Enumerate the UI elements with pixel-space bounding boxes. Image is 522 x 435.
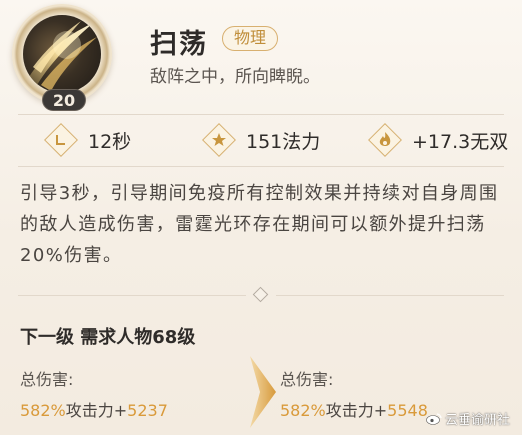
divider xyxy=(18,114,504,115)
cooldown-value: 12秒 xyxy=(88,130,132,153)
watermark-text: 云垂谕研社 xyxy=(445,413,511,428)
current-damage-flat: 5237 xyxy=(127,401,168,420)
divider-diamond-icon xyxy=(252,286,269,303)
stat-bonus: +17.3无双 xyxy=(368,120,508,160)
flame-diamond-icon xyxy=(368,123,402,157)
next-damage-mid: 攻击力+ xyxy=(325,401,388,420)
weibo-logo-icon xyxy=(426,413,442,425)
skill-level-badge: 20 xyxy=(42,89,86,111)
divider xyxy=(18,166,504,167)
current-damage-mid: 攻击力+ xyxy=(65,401,128,420)
damage-type-tag: 物理 xyxy=(222,26,279,51)
mana-cost-value: 151法力 xyxy=(246,130,321,153)
bonus-value: +17.3无双 xyxy=(412,130,509,153)
clock-diamond-icon xyxy=(44,123,78,157)
skill-name: 扫荡 xyxy=(150,29,208,60)
stat-cooldown: 12秒 xyxy=(44,120,131,160)
current-damage-label: 总伤害: xyxy=(20,370,74,389)
next-damage-percent: 582% xyxy=(280,401,326,420)
skill-detail-panel: 20 扫荡 物理 敌阵之中，所向睥睨。 12秒 151法力 +17.3无双 引导… xyxy=(0,0,522,435)
skill-tagline: 敌阵之中，所向睥睨。 xyxy=(150,67,320,87)
chevron-right-icon xyxy=(250,356,276,428)
current-damage-value: 582%攻击力+5237 xyxy=(20,397,168,421)
next-damage-label: 总伤害: xyxy=(280,370,334,389)
next-damage-value: 582%攻击力+5548 xyxy=(280,397,428,421)
stat-mana: 151法力 xyxy=(202,120,320,160)
star-diamond-icon xyxy=(202,123,236,157)
sweeping-slash-icon xyxy=(23,15,101,93)
divider-right xyxy=(276,295,504,296)
skill-icon-frame[interactable]: 20 xyxy=(6,0,118,112)
watermark: 云垂谕研社 xyxy=(426,409,510,428)
next-damage-flat: 5548 xyxy=(387,401,428,420)
current-damage-percent: 582% xyxy=(20,401,66,420)
divider-left xyxy=(18,295,246,296)
skill-description: 引导3秒，引导期间免疫所有控制效果并持续对自身周围的敌人造成伤害，雷霆光环存在期… xyxy=(20,183,499,266)
next-level-header: 下一级 需求人物68级 xyxy=(20,327,196,348)
